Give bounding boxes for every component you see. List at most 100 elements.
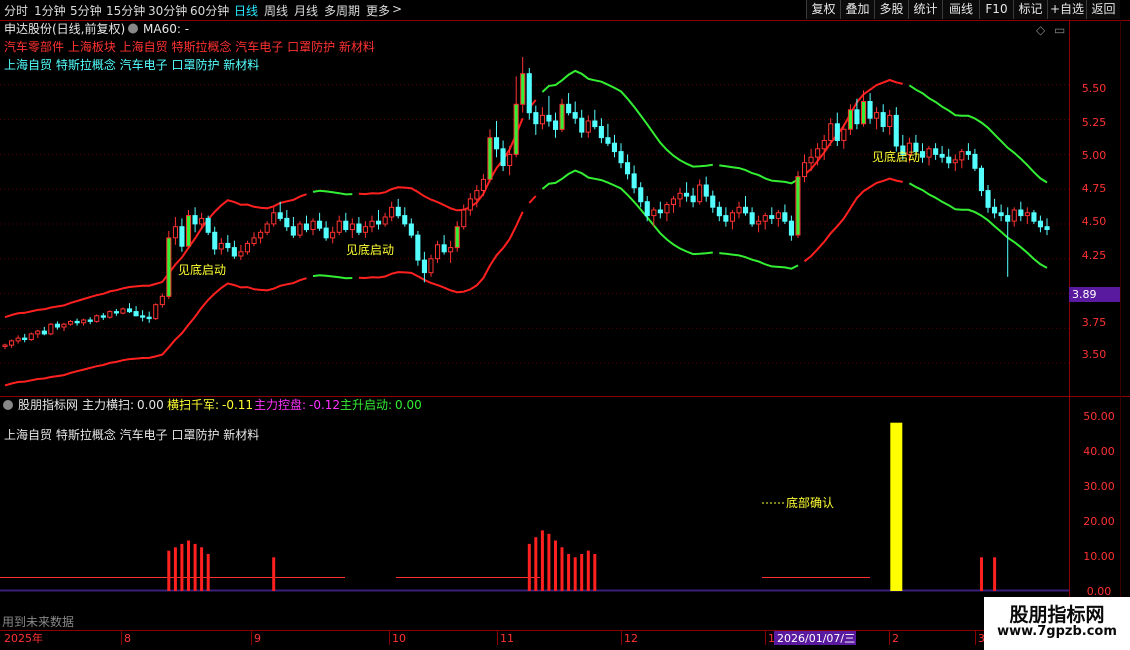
candle-body	[323, 227, 329, 239]
price-tick: 4.50	[1082, 215, 1107, 228]
future-data-note: 用到未来数据	[2, 614, 74, 629]
candle-body	[487, 137, 493, 180]
candle-body	[651, 209, 657, 217]
candle-body	[81, 319, 87, 324]
candle-body	[939, 153, 945, 158]
candle-body	[605, 137, 611, 144]
indicator-item-label: 主力横扫:	[82, 398, 134, 412]
indicator-dropdown-icon[interactable]	[3, 400, 13, 410]
candle-body	[369, 220, 375, 228]
diamond-icon[interactable]: ◇	[1036, 23, 1046, 37]
candle-body	[716, 206, 722, 217]
watermark: 股朋指标网 www.7gpzb.com	[984, 597, 1130, 650]
candle-body	[743, 206, 749, 214]
upper-band-line	[908, 84, 1048, 184]
signal-bar	[593, 554, 597, 591]
candle-body	[231, 247, 237, 257]
candle-body	[841, 128, 847, 141]
candle-body	[271, 212, 277, 225]
signal-bar	[573, 557, 577, 591]
candle-body	[657, 209, 663, 214]
candle-body	[172, 226, 178, 239]
candle-body	[336, 220, 342, 233]
candle-body	[153, 304, 159, 320]
candle-body	[395, 206, 401, 217]
candle-body	[35, 330, 41, 335]
concept-tags-cyan: 上海自贸 特斯拉概念 汽车电子 口罩防护 新材料	[4, 57, 259, 72]
price-gridlines	[0, 84, 1069, 364]
candle-body	[723, 215, 729, 222]
indicator-item-value: 0.00	[137, 398, 164, 412]
window-icon[interactable]: ▭	[1054, 23, 1065, 37]
candle-body	[618, 151, 624, 164]
candle-body	[61, 323, 67, 328]
upper-band-line	[719, 164, 799, 185]
candle-body	[448, 247, 454, 253]
indicator-tick: 30.00	[1083, 480, 1115, 493]
candle-body	[1031, 212, 1037, 222]
candle-body	[192, 215, 198, 225]
candle-body	[441, 244, 447, 253]
candle-body	[736, 206, 742, 214]
candle-body	[598, 126, 604, 139]
candle-body	[684, 192, 690, 197]
indicator-item-value: -0.11	[222, 398, 253, 412]
candle-body	[592, 120, 598, 128]
candle-body	[513, 103, 519, 155]
candle-body	[54, 323, 61, 328]
signal-bar	[993, 557, 997, 591]
signal-bar	[193, 543, 197, 591]
candle-body	[2, 344, 8, 347]
candle-body	[467, 198, 473, 211]
price-tick: 5.50	[1082, 82, 1107, 95]
candle-body	[166, 237, 172, 297]
candle-body	[585, 120, 591, 133]
candle-body	[428, 258, 434, 274]
candle-body	[238, 251, 244, 257]
price-tick: 5.25	[1082, 116, 1107, 129]
signal-bar	[534, 537, 538, 591]
candle-body	[670, 198, 677, 205]
indicator-tick: 40.00	[1083, 445, 1115, 458]
candle-body	[625, 162, 631, 175]
candle-body	[205, 217, 211, 233]
candle-body	[539, 114, 546, 125]
candle-body	[546, 114, 552, 122]
kline-chart[interactable]: 申达股份(日线,前复权) MA60: - ◇ ▭ 汽车零部件 上海板块 上海自贸…	[0, 0, 1130, 650]
price-axis-labels: 5.50 5.25 5.00 4.75 4.50 4.25 3.75 3.50	[1082, 82, 1107, 361]
candles	[2, 57, 1050, 350]
candle-body	[690, 195, 696, 203]
date-label: 11	[500, 632, 514, 645]
date-label: 2025年	[4, 631, 43, 645]
signal-bar	[547, 533, 551, 591]
lower-band-line	[541, 169, 713, 256]
indicator-tick: 20.00	[1083, 515, 1115, 528]
candle-body	[782, 212, 788, 222]
indicator-axis-labels: 50.00 40.00 30.00 20.00 10.00 0.00	[1083, 410, 1115, 598]
ma-dropdown-icon[interactable]	[128, 23, 138, 34]
candle-body	[100, 315, 106, 318]
candle-body	[127, 308, 133, 313]
candle-body	[815, 148, 821, 158]
candle-body	[998, 212, 1004, 217]
candle-body	[867, 101, 873, 119]
candle-body	[677, 192, 683, 200]
candle-body	[861, 101, 867, 125]
date-label: 9	[254, 632, 261, 645]
candle-body	[749, 212, 755, 225]
signal-bar	[554, 540, 557, 591]
ma-label: MA60: -	[143, 22, 189, 36]
candle-body	[572, 112, 578, 119]
candle-body	[421, 259, 427, 274]
signal-bar	[180, 543, 184, 591]
annotation-bottom-start: 见底启动	[346, 242, 394, 257]
signal-bar	[200, 547, 204, 592]
date-label: 1	[768, 632, 775, 645]
signal-bar	[167, 550, 171, 591]
price-tick: 3.50	[1082, 348, 1107, 361]
lower-band-line	[803, 177, 903, 263]
concept-tags-red: 汽车零部件 上海板块 上海自贸 特斯拉概念 汽车电子 口罩防护 新材料	[4, 39, 375, 54]
candle-body	[68, 320, 74, 325]
candle-body	[952, 159, 958, 164]
candle-body	[920, 151, 926, 158]
